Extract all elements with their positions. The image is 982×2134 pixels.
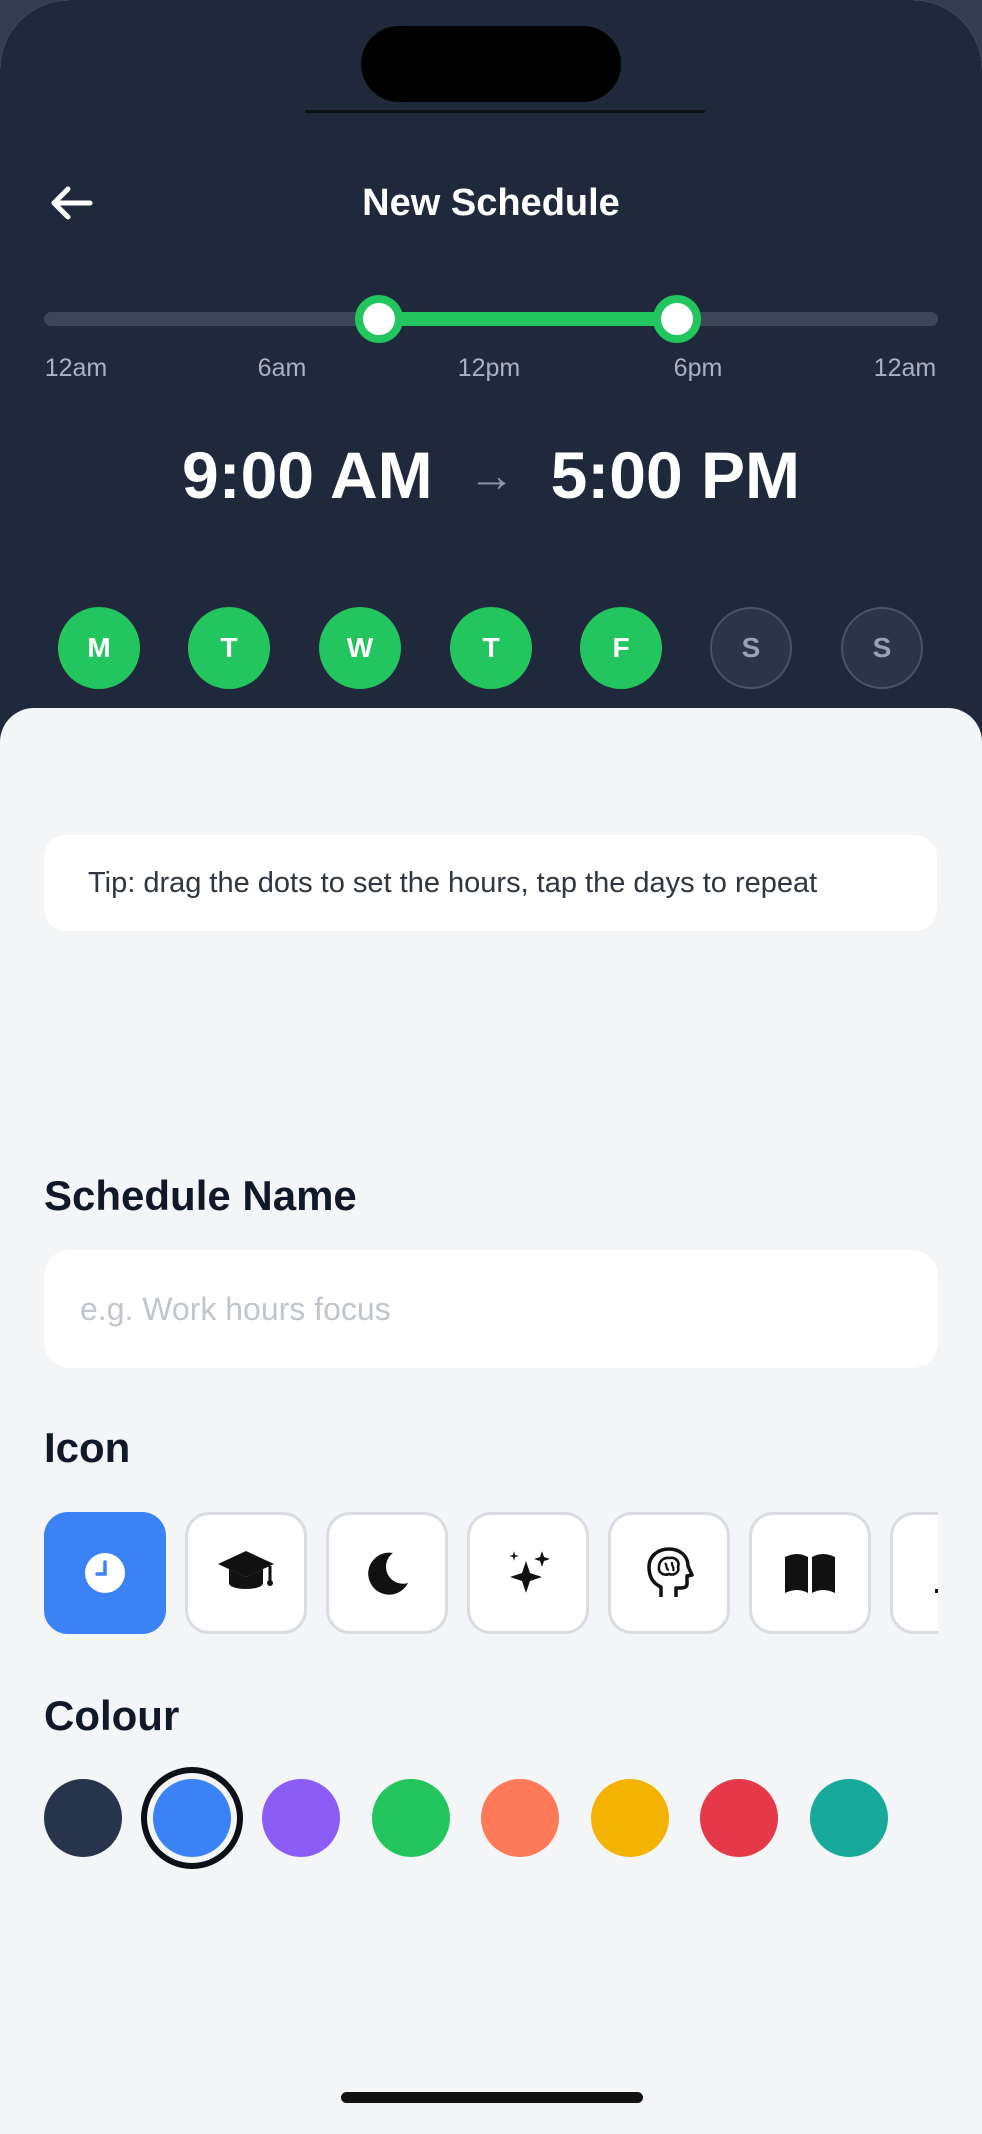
day-toggle-friday[interactable]: F <box>580 607 662 689</box>
icon-option-open-book[interactable] <box>749 1512 871 1634</box>
brain-head-icon <box>647 1547 694 1597</box>
day-toggle-tuesday[interactable]: T <box>188 607 270 689</box>
tip-text: Tip: drag the dots to set the hours, tap… <box>88 866 818 899</box>
colour-section-label: Colour <box>44 1692 180 1739</box>
lamp-icon <box>935 1589 938 1593</box>
page-title: New Schedule <box>362 182 620 224</box>
arrow-right-icon: → <box>468 449 515 501</box>
slider-tick-label: 12am <box>873 354 937 382</box>
icon-section-label: Icon <box>44 1424 131 1471</box>
day-toggle-thursday[interactable]: T <box>450 607 532 689</box>
start-time-handle[interactable] <box>355 295 404 343</box>
open-book-icon <box>785 1554 835 1593</box>
home-indicator[interactable] <box>341 2092 643 2103</box>
colour-swatch-orange[interactable] <box>481 1779 559 1857</box>
colour-swatch-purple[interactable] <box>262 1779 340 1857</box>
end-time: 5:00 PM <box>550 438 801 512</box>
sparkles-icon <box>509 1551 550 1593</box>
icon-option-brain-head[interactable] <box>608 1512 730 1634</box>
colour-swatch-red[interactable] <box>700 1779 778 1857</box>
slider-tick-label: 12pm <box>457 354 521 382</box>
schedule-header-panel: New Schedule 12am 6am 12pm 6pm 12am 9:00… <box>0 0 982 760</box>
schedule-name-input[interactable] <box>44 1250 938 1368</box>
icon-option-lamp[interactable] <box>890 1512 938 1634</box>
day-toggle-monday[interactable]: M <box>58 607 140 689</box>
icon-option-clock[interactable] <box>44 1512 166 1634</box>
slider-tick-label: 6pm <box>673 354 723 382</box>
hours-slider-range <box>379 312 678 326</box>
end-time-handle[interactable] <box>653 295 702 343</box>
day-toggle-wednesday[interactable]: W <box>319 607 401 689</box>
colour-swatch-blue[interactable] <box>153 1779 231 1857</box>
start-time: 9:00 AM <box>181 438 433 512</box>
moon-icon <box>368 1552 408 1595</box>
day-toggle-sunday[interactable]: S <box>841 607 923 689</box>
clock-icon <box>85 1553 125 1593</box>
icon-option-sparkles[interactable] <box>467 1512 589 1634</box>
colour-swatch-green[interactable] <box>372 1779 450 1857</box>
icon-picker[interactable] <box>44 1512 938 1636</box>
colour-swatch-yellow[interactable] <box>591 1779 669 1857</box>
schedule-name-label: Schedule Name <box>44 1172 357 1219</box>
slider-tick-label: 12am <box>44 354 108 382</box>
status-divider <box>305 110 705 113</box>
dynamic-island <box>361 26 621 102</box>
graduation-cap-icon <box>218 1551 274 1589</box>
slider-tick-label: 6am <box>257 354 307 382</box>
colour-swatch-navy[interactable] <box>44 1779 122 1857</box>
icon-option-graduation-cap[interactable] <box>185 1512 307 1634</box>
day-toggle-saturday[interactable]: S <box>710 607 792 689</box>
time-range-display: 9:00 AM → 5:00 PM <box>0 435 982 515</box>
icon-option-moon[interactable] <box>326 1512 448 1634</box>
colour-swatch-teal[interactable] <box>810 1779 888 1857</box>
phone-screen: New Schedule 12am 6am 12pm 6pm 12am 9:00… <box>0 0 982 2134</box>
tip-banner: Tip: drag the dots to set the hours, tap… <box>44 835 937 931</box>
